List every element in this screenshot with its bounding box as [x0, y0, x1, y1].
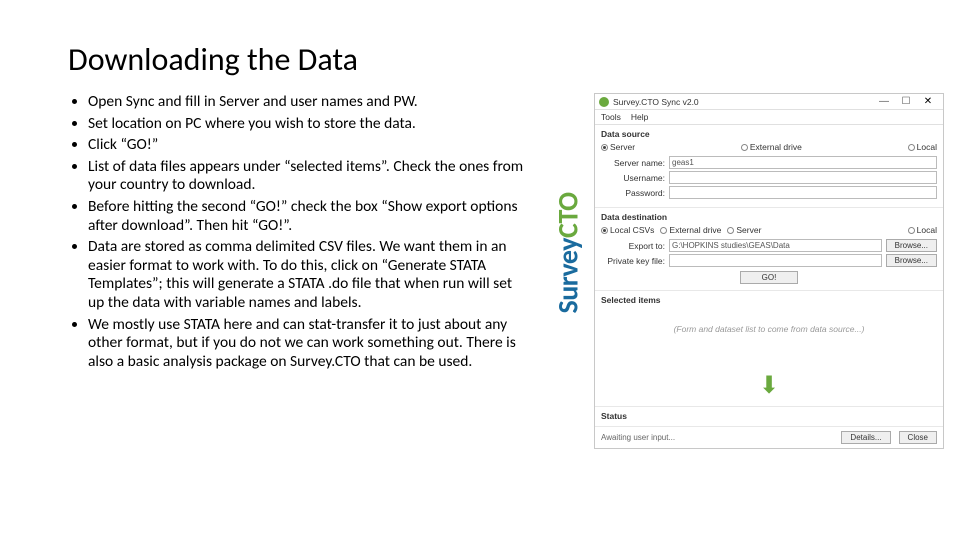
- status-section: Status: [595, 407, 943, 427]
- app-icon: [599, 97, 609, 107]
- maximize-icon[interactable]: ☐: [895, 96, 917, 107]
- slide-title: Downloading the Data: [68, 40, 940, 79]
- sync-window: Survey.CTO Sync v2.0 — ☐ ✕ Tools Help Da…: [594, 93, 944, 449]
- status-heading: Status: [601, 411, 937, 421]
- bullet-item: Click “GO!”: [88, 136, 528, 155]
- data-source-heading: Data source: [601, 129, 937, 139]
- username-label: Username:: [601, 173, 669, 183]
- radio-local-label: Local: [917, 142, 937, 152]
- logo-text-survey: Survey: [551, 238, 586, 314]
- close-button[interactable]: Close: [899, 431, 937, 444]
- private-key-input[interactable]: [669, 254, 882, 267]
- radio-server[interactable]: [601, 144, 608, 151]
- minimize-icon[interactable]: —: [873, 96, 895, 107]
- go-button[interactable]: GO!: [740, 271, 798, 284]
- radio-external-drive[interactable]: [741, 144, 748, 151]
- close-icon[interactable]: ✕: [917, 96, 939, 107]
- slide: Downloading the Data Open Sync and fill …: [0, 0, 960, 540]
- radio-local-csv[interactable]: [601, 227, 608, 234]
- window-title: Survey.CTO Sync v2.0: [613, 97, 873, 107]
- data-destination-section: Data destination Local CSVs External dri…: [595, 208, 943, 291]
- arrow-down-icon: ⬇: [601, 372, 937, 400]
- bullet-item: Before hitting the second “GO!” check th…: [88, 198, 528, 235]
- radio-dest-external[interactable]: [660, 227, 667, 234]
- menu-bar: Tools Help: [595, 110, 943, 125]
- browse-export-button[interactable]: Browse...: [886, 239, 937, 252]
- server-name-input[interactable]: geas1: [669, 156, 937, 169]
- data-destination-heading: Data destination: [601, 212, 937, 222]
- private-key-label: Private key file:: [601, 256, 669, 266]
- surveycto-logo: SurveyCTO: [548, 93, 588, 413]
- status-text: Awaiting user input...: [601, 433, 833, 442]
- export-to-label: Export to:: [601, 241, 669, 251]
- password-label: Password:: [601, 188, 669, 198]
- export-to-input[interactable]: G:\HOPKINS studies\GEAS\Data: [669, 239, 882, 252]
- radio-dest-server-label: Server: [736, 225, 761, 235]
- bullet-item: List of data files appears under “select…: [88, 158, 528, 195]
- bullet-list: Open Sync and fill in Server and user na…: [68, 93, 528, 374]
- password-input[interactable]: [669, 186, 937, 199]
- radio-external-label: External drive: [750, 142, 802, 152]
- menu-tools[interactable]: Tools: [601, 112, 621, 122]
- radio-dest-local[interactable]: [908, 227, 915, 234]
- details-button[interactable]: Details...: [841, 431, 890, 444]
- bullet-item: Set location on PC where you wish to sto…: [88, 115, 528, 134]
- selected-items-section: Selected items (Form and dataset list to…: [595, 291, 943, 407]
- status-bar: Awaiting user input... Details... Close: [595, 427, 943, 448]
- bullet-item: Data are stored as comma delimited CSV f…: [88, 238, 528, 312]
- radio-dest-external-label: External drive: [669, 225, 721, 235]
- window-titlebar: Survey.CTO Sync v2.0 — ☐ ✕: [595, 94, 943, 110]
- selected-items-heading: Selected items: [601, 295, 937, 305]
- radio-dest-server[interactable]: [727, 227, 734, 234]
- bullet-item: Open Sync and fill in Server and user na…: [88, 93, 528, 112]
- radio-dest-local-label: Local: [917, 225, 937, 235]
- bullet-item: We mostly use STATA here and can stat-tr…: [88, 316, 528, 372]
- radio-local-csv-label: Local CSVs: [610, 225, 654, 235]
- logo-text-cto: CTO: [551, 192, 586, 238]
- menu-help[interactable]: Help: [631, 112, 648, 122]
- server-name-label: Server name:: [601, 158, 669, 168]
- data-source-section: Data source Server External drive Local …: [595, 125, 943, 208]
- radio-server-label: Server: [610, 142, 635, 152]
- username-input[interactable]: [669, 171, 937, 184]
- content-row: Open Sync and fill in Server and user na…: [68, 93, 940, 449]
- screenshot-figure: SurveyCTO Survey.CTO Sync v2.0 — ☐ ✕ Too…: [548, 93, 944, 449]
- browse-key-button[interactable]: Browse...: [886, 254, 937, 267]
- selected-items-placeholder: (Form and dataset list to come from data…: [601, 308, 937, 372]
- radio-local[interactable]: [908, 144, 915, 151]
